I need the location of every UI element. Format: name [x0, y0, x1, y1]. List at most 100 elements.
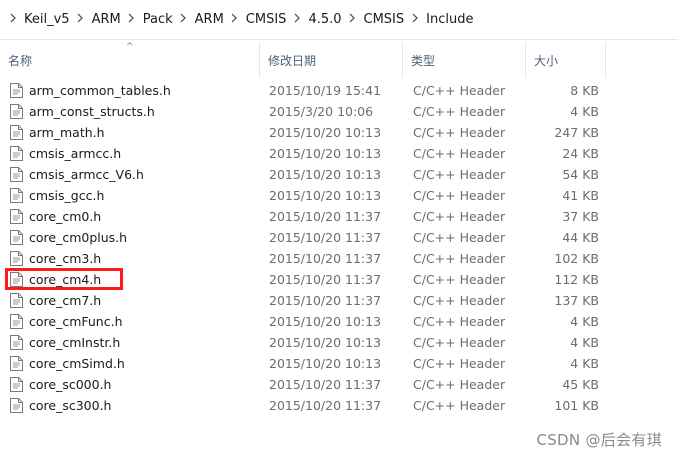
- file-type: C/C++ Header: [413, 230, 506, 245]
- c-header-file-icon: [10, 272, 23, 287]
- file-name: cmsis_gcc.h: [29, 188, 105, 203]
- breadcrumb-item[interactable]: Include: [424, 0, 475, 39]
- file-row[interactable]: core_cmSimd.h 2015/10/20 10:13 C/C++ Heade…: [0, 353, 678, 374]
- file-size: 4 KB: [570, 335, 599, 350]
- breadcrumb-item[interactable]: Pack: [141, 0, 175, 39]
- file-name: arm_const_structs.h: [29, 104, 155, 119]
- file-name: arm_common_tables.h: [29, 83, 171, 98]
- chevron-right-icon[interactable]: [288, 13, 306, 26]
- file-row[interactable]: core_cmFunc.h 2015/10/20 10:13 C/C++ Heade…: [0, 311, 678, 332]
- file-modified-date: 2015/10/20 11:37: [269, 293, 382, 308]
- file-name: core_cmSimd.h: [29, 356, 125, 371]
- column-header-name-label: 名称: [8, 53, 33, 68]
- file-name: cmsis_armcc_V6.h: [29, 167, 144, 182]
- file-row[interactable]: cmsis_armcc.h 2015/10/20 10:13 C/C++ Heade…: [0, 143, 678, 164]
- file-type: C/C++ Header: [413, 356, 506, 371]
- file-row[interactable]: arm_common_tables.h 2015/10/19 15:41 C/C++…: [0, 80, 678, 101]
- column-header-name[interactable]: ^ 名称: [0, 42, 260, 78]
- column-header-size-label: 大小: [534, 53, 559, 68]
- file-type: C/C++ Header: [413, 293, 506, 308]
- chevron-right-icon[interactable]: [175, 13, 193, 26]
- file-row[interactable]: core_cm7.h 2015/10/20 11:37 C/C++ Header 13…: [0, 290, 678, 311]
- file-modified-date: 2015/10/20 11:37: [269, 272, 382, 287]
- c-header-file-icon: [10, 335, 23, 350]
- file-name: cmsis_armcc.h: [29, 146, 122, 161]
- c-header-file-icon: [10, 398, 23, 413]
- breadcrumb-item[interactable]: ARM: [193, 0, 226, 39]
- c-header-file-icon: [10, 314, 23, 329]
- file-row[interactable]: core_cm0.h 2015/10/20 11:37 C/C++ Header 37…: [0, 206, 678, 227]
- column-header-date[interactable]: 修改日期: [260, 42, 403, 78]
- file-modified-date: 2015/10/20 10:13: [269, 356, 382, 371]
- breadcrumb: Keil_v5 ARM Pack ARM CMSIS 4.5.0 CMSIS Include: [4, 0, 475, 39]
- file-name: core_cm7.h: [29, 293, 102, 308]
- file-type: C/C++ Header: [413, 104, 506, 119]
- chevron-right-icon[interactable]: [226, 13, 244, 26]
- address-bar[interactable]: Keil_v5 ARM Pack ARM CMSIS 4.5.0 CMSIS Include: [0, 0, 678, 40]
- file-name: core_cm0plus.h: [29, 230, 128, 245]
- file-row[interactable]: core_sc300.h 2015/10/20 11:37 C/C++ Header…: [0, 395, 678, 416]
- c-header-file-icon: [10, 83, 23, 98]
- c-header-file-icon: [10, 167, 23, 182]
- file-row[interactable]: arm_math.h 2015/10/20 10:13 C/C++ Header 24…: [0, 122, 678, 143]
- file-row[interactable]: core_cm3.h 2015/10/20 11:37 C/C++ Header 10…: [0, 248, 678, 269]
- file-modified-date: 2015/10/20 10:13: [269, 335, 382, 350]
- file-size: 37 KB: [562, 209, 599, 224]
- file-row[interactable]: core_cm0plus.h 2015/10/20 11:37 C/C++ Head…: [0, 227, 678, 248]
- file-type: C/C++ Header: [413, 398, 506, 413]
- file-type: C/C++ Header: [413, 377, 506, 392]
- file-modified-date: 2015/10/20 11:37: [269, 398, 382, 413]
- file-name: arm_math.h: [29, 125, 105, 140]
- file-type: C/C++ Header: [413, 272, 506, 287]
- file-row[interactable]: cmsis_gcc.h 2015/10/20 10:13 C/C++ Header 4…: [0, 185, 678, 206]
- c-header-file-icon: [10, 251, 23, 266]
- file-row[interactable]: core_cmInstr.h 2015/10/20 10:13 C/C++ Head…: [0, 332, 678, 353]
- c-header-file-icon: [10, 146, 23, 161]
- file-type: C/C++ Header: [413, 83, 506, 98]
- column-header-type[interactable]: 类型: [403, 42, 526, 78]
- file-explorer-window: Keil_v5 ARM Pack ARM CMSIS 4.5.0 CMSIS Include …: [0, 0, 678, 460]
- column-header-size[interactable]: 大小: [526, 42, 606, 78]
- chevron-right-icon[interactable]: [72, 13, 90, 26]
- file-size: 54 KB: [562, 167, 599, 182]
- file-modified-date: 2015/10/20 11:37: [269, 230, 382, 245]
- file-modified-date: 2015/10/20 10:13: [269, 125, 382, 140]
- file-type: C/C++ Header: [413, 146, 506, 161]
- chevron-right-icon[interactable]: [344, 13, 362, 26]
- file-row[interactable]: core_cm4.h 2015/10/20 11:37 C/C++ Header 11…: [0, 269, 678, 290]
- c-header-file-icon: [10, 188, 23, 203]
- file-size: 4 KB: [570, 104, 599, 119]
- c-header-file-icon: [10, 293, 23, 308]
- breadcrumb-item[interactable]: Keil_v5: [22, 0, 72, 39]
- file-row[interactable]: arm_const_structs.h 2015/3/20 10:06 C/C++ …: [0, 101, 678, 122]
- column-header-date-label: 修改日期: [268, 53, 317, 68]
- file-type: C/C++ Header: [413, 209, 506, 224]
- file-name: core_cmInstr.h: [29, 335, 121, 350]
- breadcrumb-item[interactable]: CMSIS: [362, 0, 407, 39]
- file-size: 102 KB: [554, 251, 599, 266]
- chevron-right-icon[interactable]: [123, 13, 141, 26]
- file-name: core_sc300.h: [29, 398, 112, 413]
- chevron-right-icon[interactable]: [4, 13, 22, 26]
- file-size: 24 KB: [562, 146, 599, 161]
- chevron-right-icon[interactable]: [406, 13, 424, 26]
- file-name: core_cm4.h: [29, 272, 102, 287]
- file-modified-date: 2015/10/20 11:37: [269, 377, 382, 392]
- file-size: 44 KB: [562, 230, 599, 245]
- c-header-file-icon: [10, 230, 23, 245]
- file-type: C/C++ Header: [413, 125, 506, 140]
- file-row[interactable]: cmsis_armcc_V6.h 2015/10/20 10:13 C/C++ He…: [0, 164, 678, 185]
- file-size: 247 KB: [554, 125, 599, 140]
- file-name: core_cmFunc.h: [29, 314, 123, 329]
- breadcrumb-item[interactable]: 4.5.0: [306, 0, 343, 39]
- c-header-file-icon: [10, 356, 23, 371]
- file-size: 4 KB: [570, 314, 599, 329]
- file-modified-date: 2015/10/20 10:13: [269, 314, 382, 329]
- file-size: 8 KB: [570, 83, 599, 98]
- file-row[interactable]: core_sc000.h 2015/10/20 11:37 C/C++ Header…: [0, 374, 678, 395]
- c-header-file-icon: [10, 125, 23, 140]
- c-header-file-icon: [10, 104, 23, 119]
- sort-up-arrow-icon: ^: [126, 42, 134, 52]
- breadcrumb-item[interactable]: ARM: [90, 0, 123, 39]
- breadcrumb-item[interactable]: CMSIS: [244, 0, 289, 39]
